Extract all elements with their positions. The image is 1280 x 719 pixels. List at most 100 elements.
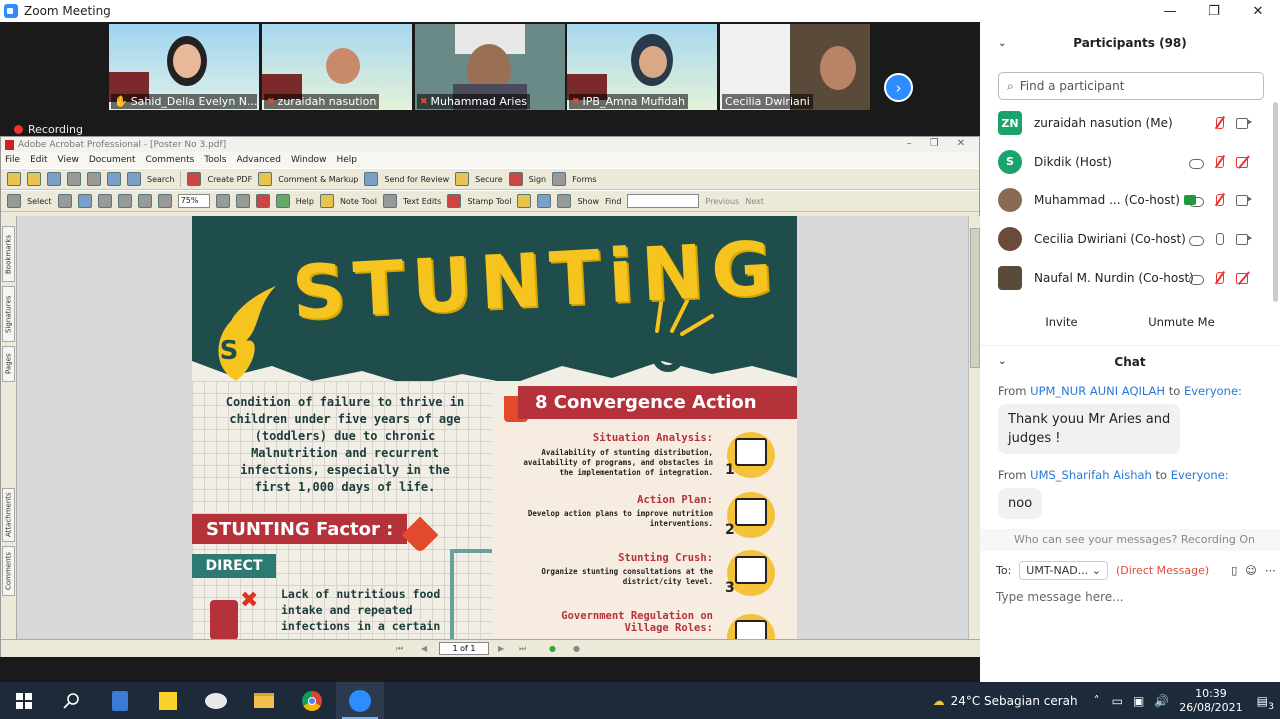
highlight-icon[interactable] [517, 194, 532, 208]
web-icon[interactable] [127, 172, 141, 186]
chat-input[interactable]: Type message here... [980, 590, 1280, 604]
secure-button[interactable]: Secure [475, 175, 503, 184]
chrome-icon[interactable] [288, 682, 336, 719]
zoom-plus-icon[interactable] [215, 194, 230, 208]
chevron-down-icon[interactable]: ⌄ [998, 356, 1006, 367]
video-tile[interactable]: Cecilia Dwiriani [720, 24, 870, 110]
more-icon[interactable]: ⋯ [1265, 564, 1276, 577]
tab-bookmarks[interactable]: Bookmarks [2, 226, 15, 282]
next-button[interactable]: Next [745, 197, 764, 206]
windows-start-icon[interactable] [0, 682, 48, 719]
help-button[interactable]: Help [296, 197, 314, 206]
recipient-select[interactable]: UMT-NAD... ⌄ [1019, 560, 1108, 580]
search-button[interactable]: Search [147, 175, 174, 184]
text-edits-button[interactable]: Text Edits [403, 197, 441, 206]
sticky-notes-icon[interactable] [144, 682, 192, 719]
note-tool-button[interactable]: Note Tool [340, 197, 377, 206]
volume-icon[interactable]: 🔊 [1154, 694, 1169, 708]
folder-icon[interactable] [27, 172, 41, 186]
menu-file[interactable]: File [5, 155, 20, 165]
zoom-in-icon[interactable] [77, 194, 92, 208]
weather-text[interactable]: 24°C Sebagian cerah [951, 694, 1078, 708]
last-page-icon[interactable]: ⏭ [519, 644, 526, 654]
calculator-icon[interactable] [96, 682, 144, 719]
paint-icon[interactable] [192, 682, 240, 719]
close-button[interactable]: ✕ [1236, 0, 1280, 22]
participant-search-input[interactable]: ⌕ Find a participant [998, 72, 1264, 100]
actual-size-icon[interactable] [97, 194, 112, 208]
panel-scrollbar[interactable] [1273, 102, 1278, 302]
sign-button[interactable]: Sign [529, 175, 546, 184]
participant-row[interactable]: Muhammad ... (Co-host) [980, 181, 1280, 220]
network-icon[interactable]: ▣ [1133, 694, 1144, 708]
zoom-taskbar-icon[interactable] [336, 682, 384, 719]
participant-row[interactable]: Naufal M. Nurdin (Co-host) [980, 258, 1280, 297]
tab-attachments[interactable]: Attachments [2, 488, 15, 542]
minimize-button[interactable]: — [1148, 0, 1192, 22]
zoom-level-input[interactable]: 75% [177, 194, 210, 208]
previous-button[interactable]: Previous [705, 197, 739, 206]
snapshot-icon[interactable] [57, 194, 72, 208]
video-tile[interactable]: ✋ Sahid_Della Evelyn N... [109, 24, 259, 110]
participant-row[interactable]: ZN zuraidah nasution (Me) [980, 104, 1280, 143]
go-back-icon[interactable]: ● [549, 644, 556, 653]
forms-button[interactable]: Forms [572, 175, 596, 184]
fit-width-icon[interactable] [137, 194, 152, 208]
who-can-see-link[interactable]: Who can see your messages? Recording On [980, 528, 1280, 551]
hand-tool-icon[interactable] [7, 194, 21, 208]
comment-markup-button[interactable]: Comment & Markup [278, 175, 358, 184]
first-page-icon[interactable]: ⏮ [396, 644, 403, 654]
chevron-down-icon[interactable]: ⌄ [998, 38, 1006, 49]
invite-button[interactable]: Invite [1035, 309, 1087, 335]
menu-window[interactable]: Window [291, 155, 327, 165]
tab-comments[interactable]: Comments [2, 546, 15, 596]
zoom-out-icon[interactable] [157, 194, 172, 208]
emoji-icon[interactable]: ☺ [1245, 564, 1256, 577]
file-icon[interactable]: ▯ [1231, 564, 1237, 577]
page-number-input[interactable]: 1 of 1 [439, 642, 489, 655]
shape-icon[interactable] [537, 194, 552, 208]
print-icon[interactable] [67, 172, 81, 186]
weather-icon[interactable]: ☁ [933, 694, 945, 708]
next-page-icon[interactable]: ▶ [498, 644, 504, 653]
participant-row[interactable]: S Dikdik (Host) [980, 143, 1280, 182]
tab-pages[interactable]: Pages [2, 346, 15, 382]
find-input[interactable] [627, 194, 700, 208]
search-icon[interactable] [48, 682, 96, 719]
menu-view[interactable]: View [58, 155, 79, 165]
video-tile[interactable]: ✖ zuraidah nasution [262, 24, 412, 110]
acrobat-restore[interactable]: ❐ [930, 138, 939, 149]
menu-tools[interactable]: Tools [204, 155, 226, 165]
clock[interactable]: 10:39 26/08/2021 [1179, 687, 1242, 715]
open-icon[interactable] [7, 172, 21, 186]
show-button[interactable]: Show [577, 197, 599, 206]
notification-icon[interactable]: ▤ 3 [1257, 694, 1274, 712]
unmute-me-button[interactable]: Unmute Me [1138, 309, 1224, 335]
next-page-arrow-icon[interactable]: › [884, 73, 913, 102]
participant-row[interactable]: Cecilia Dwiriani (Co-host) [980, 220, 1280, 259]
acrobat-close[interactable]: ✕ [957, 138, 965, 149]
select-button[interactable]: Select [27, 197, 52, 206]
stamp-tool-button[interactable]: Stamp Tool [467, 197, 511, 206]
video-tile[interactable]: ✖ Muhammad Aries [415, 24, 565, 110]
send-review-button[interactable]: Send for Review [384, 175, 449, 184]
attach-icon[interactable] [107, 172, 121, 186]
email-icon[interactable] [87, 172, 101, 186]
file-explorer-icon[interactable] [240, 682, 288, 719]
save-icon[interactable] [47, 172, 61, 186]
go-forward-icon[interactable]: ● [573, 644, 580, 653]
fit-page-icon[interactable] [117, 194, 132, 208]
battery-icon[interactable]: ▭ [1112, 694, 1123, 708]
maximize-button[interactable]: ❐ [1192, 0, 1236, 22]
create-pdf-button[interactable]: Create PDF [207, 175, 252, 184]
prev-page-icon[interactable]: ◀ [421, 644, 427, 653]
tab-signatures[interactable]: Signatures [2, 286, 15, 342]
yahoo-icon[interactable] [255, 194, 270, 208]
menu-comments[interactable]: Comments [146, 155, 195, 165]
menu-help[interactable]: Help [336, 155, 357, 165]
menu-document[interactable]: Document [89, 155, 136, 165]
rotate-icon[interactable] [235, 194, 250, 208]
chevron-up-icon[interactable]: ˄ [1094, 694, 1100, 708]
acrobat-minimize[interactable]: – [907, 138, 912, 149]
video-tile[interactable]: ✖ IPB_Amna Mufidah [567, 24, 717, 110]
